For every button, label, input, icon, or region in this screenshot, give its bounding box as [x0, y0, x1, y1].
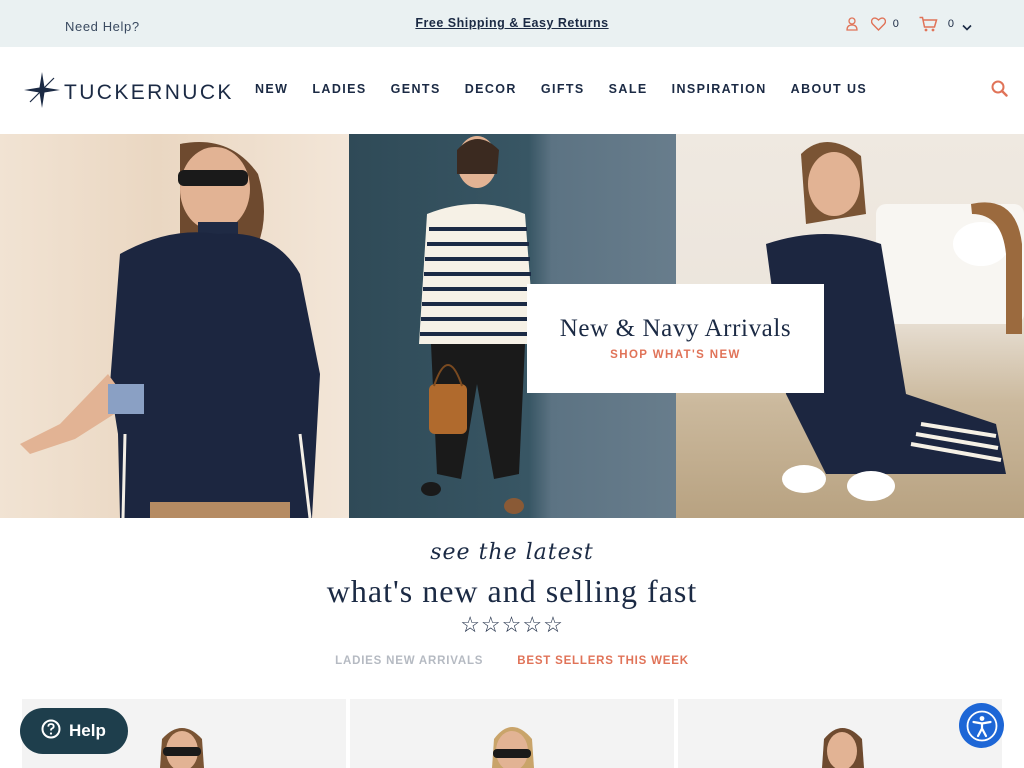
nav-item-inspiration[interactable]: INSPIRATION: [672, 82, 767, 96]
hero-image-left[interactable]: [0, 134, 349, 518]
hero-cta-card[interactable]: New & Navy Arrivals SHOP WHAT'S NEW: [527, 284, 824, 393]
nav-item-new[interactable]: NEW: [255, 82, 288, 96]
utility-icons: 0 0: [846, 16, 972, 37]
heart-icon[interactable]: [870, 17, 886, 36]
brand-name: TUCKERNUCK: [64, 80, 234, 104]
product-card[interactable]: [350, 699, 674, 768]
help-button[interactable]: Help: [20, 708, 128, 754]
nav-item-sale[interactable]: SALE: [609, 82, 648, 96]
tab-best-sellers[interactable]: BEST SELLERS THIS WEEK: [517, 655, 689, 667]
section-script-heading: see the latest: [430, 540, 594, 565]
utility-bar: Need Help? Free Shipping & Easy Returns …: [0, 0, 1024, 47]
product-tabs: LADIES NEW ARRIVALS BEST SELLERS THIS WE…: [0, 655, 1024, 667]
account-icon[interactable]: [846, 17, 858, 36]
nav-item-gents[interactable]: GENTS: [391, 82, 441, 96]
help-button-label: Help: [69, 721, 106, 740]
nav-item-gifts[interactable]: GIFTS: [541, 82, 585, 96]
nav-menu: NEW LADIES GENTS DECOR GIFTS SALE INSPIR…: [255, 82, 891, 96]
cart-count: 0: [947, 17, 954, 30]
section-title: what's new and selling fast: [326, 573, 698, 609]
nav-item-about-us[interactable]: ABOUT US: [791, 82, 867, 96]
tab-ladies-new-arrivals[interactable]: LADIES NEW ARRIVALS: [335, 655, 483, 667]
logo[interactable]: TUCKERNUCK: [24, 72, 234, 113]
help-question-icon: [41, 719, 61, 744]
shop-whats-new-link[interactable]: SHOP WHAT'S NEW: [527, 349, 824, 361]
wishlist-count: 0: [892, 17, 899, 30]
accessibility-icon[interactable]: [959, 703, 1004, 748]
nav-item-ladies[interactable]: LADIES: [312, 82, 366, 96]
product-card[interactable]: [678, 699, 1002, 768]
chevron-down-icon[interactable]: [962, 18, 972, 36]
search-icon[interactable]: [991, 80, 1008, 102]
nav-item-decor[interactable]: DECOR: [465, 82, 517, 96]
hero-banner[interactable]: New & Navy Arrivals SHOP WHAT'S NEW: [0, 134, 1024, 518]
logo-star-icon: [24, 72, 60, 113]
rating-stars: ☆☆☆☆☆: [460, 612, 564, 637]
hero-title: New & Navy Arrivals: [559, 315, 792, 342]
cart-icon[interactable]: [919, 16, 938, 37]
main-nav: TUCKERNUCK NEW LADIES GENTS DECOR GIFTS …: [0, 47, 1024, 134]
